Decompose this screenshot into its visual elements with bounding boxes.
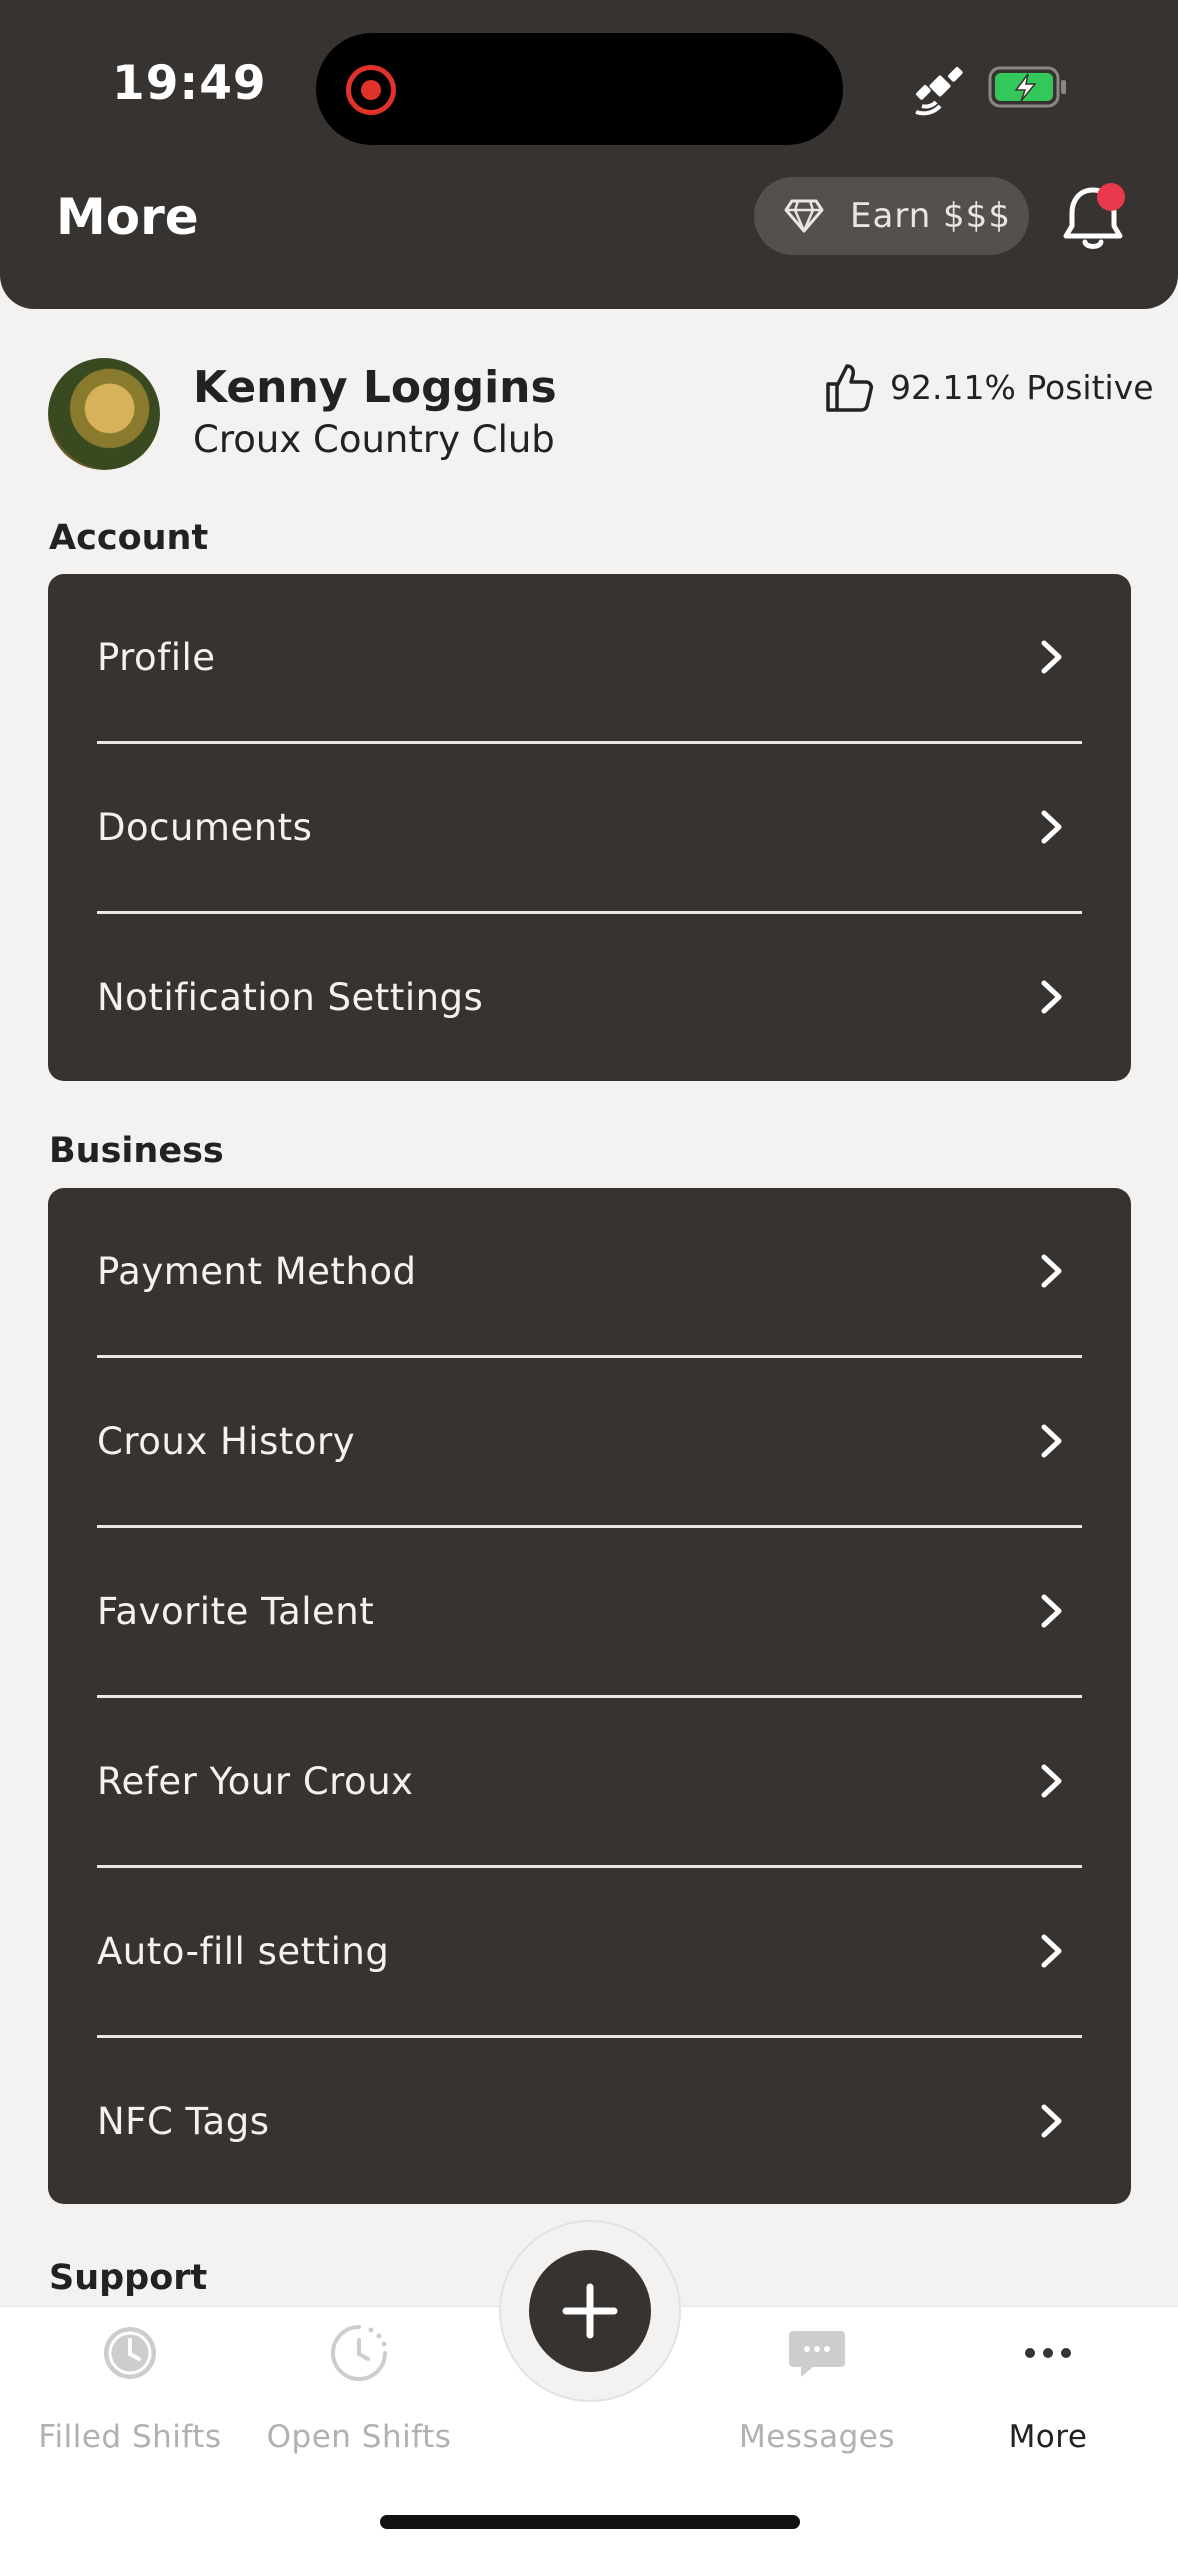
tab-filled-shifts[interactable]: Filled Shifts xyxy=(30,2320,230,2460)
chevron-right-icon xyxy=(1041,1594,1062,1628)
tab-label: Filled Shifts xyxy=(38,2419,222,2455)
menu-item-favorite-talent[interactable]: Favorite Talent xyxy=(48,1528,1131,1698)
chevron-right-icon xyxy=(1041,2104,1062,2138)
section-label-business: Business xyxy=(49,1131,224,1171)
menu-item-label: Profile xyxy=(97,636,216,679)
chevron-right-icon xyxy=(1041,640,1062,674)
menu-item-label: Notification Settings xyxy=(97,976,484,1019)
home-indicator xyxy=(380,2515,800,2529)
chat-bubble-icon xyxy=(789,2331,845,2377)
add-button[interactable] xyxy=(529,2250,651,2372)
menu-item-profile[interactable]: Profile xyxy=(48,574,1131,744)
menu-item-label: NFC Tags xyxy=(97,2100,270,2143)
chevron-right-icon xyxy=(1041,1764,1062,1798)
chevron-right-icon xyxy=(1041,810,1062,844)
dynamic-island xyxy=(316,33,843,145)
chevron-right-icon xyxy=(1041,1424,1062,1458)
battery-charging-icon xyxy=(988,66,1066,108)
clock-filled-icon xyxy=(104,2327,156,2379)
menu-item-label: Refer Your Croux xyxy=(97,1760,414,1803)
menu-item-payment-method[interactable]: Payment Method xyxy=(48,1188,1131,1358)
menu-item-label: Croux History xyxy=(97,1420,356,1463)
section-label-account: Account xyxy=(49,518,209,558)
chevron-right-icon xyxy=(1041,1254,1062,1288)
screen-recording-icon xyxy=(346,65,396,115)
menu-item-auto-fill-setting[interactable]: Auto-fill setting xyxy=(48,1868,1131,2038)
menu-item-nfc-tags[interactable]: NFC Tags xyxy=(48,2038,1131,2208)
business-card: Payment Method Croux History Favorite Ta… xyxy=(48,1188,1131,2204)
earn-button-label: Earn $$$ xyxy=(850,196,1011,236)
page-title: More xyxy=(56,188,199,246)
rating-text: 92.11% Positive xyxy=(890,367,1154,407)
thumbs-up-icon xyxy=(826,364,873,412)
user-organization: Croux Country Club xyxy=(193,418,555,461)
status-time: 19:49 xyxy=(112,56,267,111)
notification-badge xyxy=(1097,183,1125,211)
avatar[interactable] xyxy=(48,358,160,470)
diamond-icon xyxy=(784,199,824,233)
section-label-support: Support xyxy=(49,2258,208,2298)
satellite-icon xyxy=(915,67,963,116)
earn-button[interactable]: Earn $$$ xyxy=(754,177,1029,255)
user-name: Kenny Loggins xyxy=(193,362,557,413)
plus-icon xyxy=(562,2283,618,2339)
tab-more[interactable]: More xyxy=(948,2320,1148,2460)
clock-open-icon xyxy=(331,2325,387,2381)
rating: 92.11% Positive xyxy=(822,360,1154,414)
menu-item-croux-history[interactable]: Croux History xyxy=(48,1358,1131,1528)
header-bar: 19:49 More Earn $$$ xyxy=(0,0,1178,309)
menu-item-label: Favorite Talent xyxy=(97,1590,375,1633)
menu-item-notification-settings[interactable]: Notification Settings xyxy=(48,914,1131,1084)
menu-item-documents[interactable]: Documents xyxy=(48,744,1131,914)
menu-item-label: Auto-fill setting xyxy=(97,1930,390,1973)
more-dots-icon xyxy=(1025,2348,1071,2358)
account-card: Profile Documents Notification Settings xyxy=(48,574,1131,1081)
tab-messages[interactable]: Messages xyxy=(717,2320,917,2460)
menu-item-refer-your-croux[interactable]: Refer Your Croux xyxy=(48,1698,1131,1868)
tab-label: More xyxy=(1008,2419,1088,2455)
menu-item-label: Documents xyxy=(97,806,313,849)
menu-item-label: Payment Method xyxy=(97,1250,417,1293)
chevron-right-icon xyxy=(1041,980,1062,1014)
tab-open-shifts[interactable]: Open Shifts xyxy=(259,2320,459,2460)
tab-label: Messages xyxy=(738,2419,896,2455)
chevron-right-icon xyxy=(1041,1934,1062,1968)
tab-label: Open Shifts xyxy=(266,2419,452,2455)
